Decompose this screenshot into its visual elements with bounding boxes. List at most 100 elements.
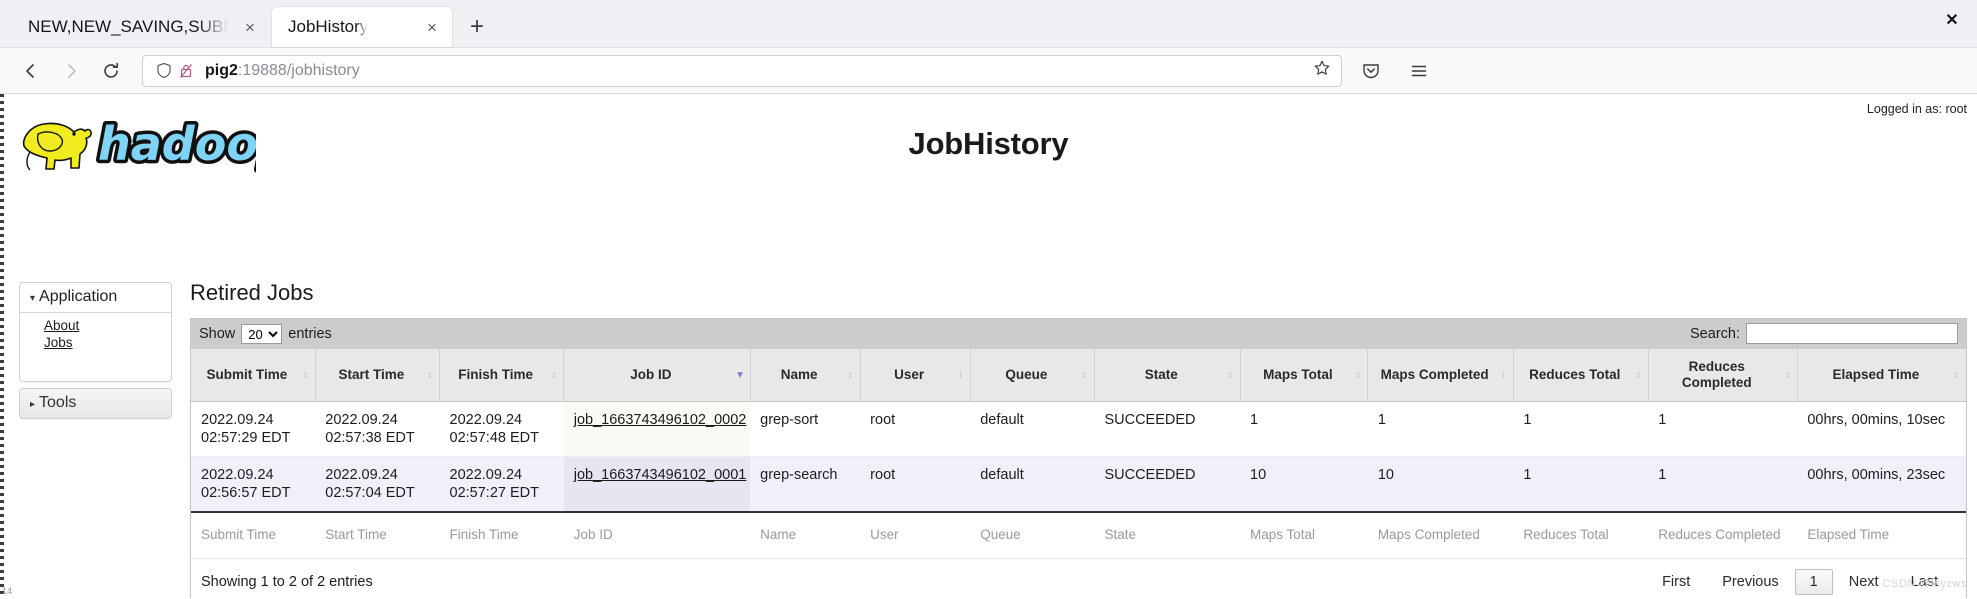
column-header-finish-time[interactable]: Finish Time ↕ [439, 349, 565, 402]
job-id-link[interactable]: job_1663743496102_0001 [574, 467, 747, 483]
cell-submit-time: 2022.09.24 02:57:29 EDT [191, 401, 316, 457]
column-header-state[interactable]: State ↕ [1094, 349, 1241, 402]
url-text: pig2:19888/jobhistory [205, 62, 360, 80]
pocket-icon[interactable] [1354, 54, 1388, 88]
cell-maps-completed: 10 [1367, 456, 1514, 512]
sidebar: ▾ Application About Jobs ▸ Tools [19, 282, 172, 419]
reload-icon[interactable] [94, 54, 128, 88]
cell-maps-total: 1 [1240, 401, 1368, 457]
shield-icon[interactable] [153, 61, 175, 81]
cell-maps-completed: 1 [1367, 401, 1514, 457]
footer-reduces-completed: Reduces Completed [1648, 510, 1798, 558]
column-header-reduces-completed[interactable]: Reduces Completed ↕ [1648, 349, 1798, 402]
sort-indicator-icon: ↕ [1082, 369, 1087, 380]
table-footer-row: Submit Time Start Time Finish Time Job I… [191, 510, 1966, 558]
bookmark-star-icon[interactable] [1313, 59, 1331, 82]
header-label: Submit Time [206, 366, 288, 382]
column-header-queue[interactable]: Queue ↕ [970, 349, 1095, 402]
browser-tab-0[interactable]: NEW,NEW_SAVING,SUBMITTED × [12, 7, 270, 47]
column-header-elapsed-time[interactable]: Elapsed Time ↕ [1797, 349, 1966, 402]
sidebar-panel-tools[interactable]: ▸ Tools [19, 388, 172, 419]
hadoop-wordmark: hadoop hadoop [95, 114, 295, 175]
column-header-reduces-total[interactable]: Reduces Total ↕ [1513, 349, 1649, 402]
column-header-start-time[interactable]: Start Time ↕ [315, 349, 441, 402]
column-header-maps-completed[interactable]: Maps Completed ↕ [1367, 349, 1514, 402]
footer-maps-completed: Maps Completed [1367, 510, 1514, 558]
column-header-maps-total[interactable]: Maps Total ↕ [1240, 349, 1369, 402]
jobs-table-head: Submit Time ↕ Start Time ↕ Finish Time ↕ Jo… [191, 349, 1966, 402]
header-label: User [894, 366, 925, 382]
cell-state: SUCCEEDED [1094, 456, 1241, 512]
sidebar-item-about[interactable]: About [44, 317, 171, 334]
tab-close-icon[interactable]: × [240, 17, 260, 37]
header-label: Start Time [338, 366, 405, 382]
caret-right-icon: ▸ [30, 399, 36, 410]
url-host: pig2 [205, 61, 238, 79]
watermark: CSDN @lhyzws [1882, 578, 1967, 590]
cell-name: grep-search [750, 456, 861, 512]
browser-tab-1[interactable]: JobHistory × [272, 7, 452, 47]
header-label: Finish Time [458, 366, 533, 382]
cell-submit-time: 2022.09.24 02:56:57 EDT [191, 456, 316, 512]
search-input[interactable] [1746, 323, 1958, 344]
table-header-row: Submit Time ↕ Start Time ↕ Finish Time ↕ Jo… [191, 349, 1966, 402]
column-header-submit-time[interactable]: Submit Time ↕ [191, 349, 316, 402]
column-header-job-id[interactable]: Job ID ▾ [563, 349, 751, 402]
entries-label: entries [288, 326, 332, 342]
sort-indicator-icon: ↕ [1501, 369, 1506, 380]
sort-indicator-icon: ↕ [1954, 369, 1960, 380]
back-icon[interactable] [14, 54, 48, 88]
jobs-datatable: Show 20 entries Search: Submit Time ↕ St… [190, 318, 1967, 598]
tab-label: JobHistory [288, 17, 369, 36]
header-label: Elapsed Time [1832, 366, 1920, 382]
cell-state: SUCCEEDED [1094, 401, 1241, 457]
cell-job-id[interactable]: job_1663743496102_0001 [563, 456, 751, 512]
main-content: Retired Jobs Show 20 entries Search: Sub… [190, 280, 1967, 598]
forward-icon [54, 54, 88, 88]
table-row[interactable]: 2022.09.24 02:57:29 EDT 2022.09.24 02:57… [191, 401, 1966, 457]
header-label: Maps Total [1263, 366, 1333, 382]
sort-indicator-icon: ↕ [303, 369, 308, 380]
toolbar-right-group [1354, 54, 1440, 88]
lock-broken-icon[interactable] [175, 61, 197, 81]
table-row[interactable]: 2022.09.24 02:56:57 EDT 2022.09.24 02:57… [191, 456, 1966, 512]
sidebar-application-body: About Jobs [20, 313, 171, 381]
sidebar-item-jobs[interactable]: Jobs [44, 334, 171, 351]
job-id-link[interactable]: job_1663743496102_0002 [574, 412, 747, 428]
footer-reduces-total: Reduces Total [1513, 510, 1649, 558]
sort-indicator-icon: ↕ [551, 369, 557, 380]
entries-per-page-select[interactable]: 20 [241, 324, 283, 344]
sort-indicator-icon: ↕ [1228, 369, 1233, 380]
new-tab-button[interactable]: + [460, 10, 494, 44]
pagination-previous[interactable]: Previous [1706, 570, 1794, 594]
cell-start-time: 2022.09.24 02:57:04 EDT [315, 456, 440, 512]
sidebar-application-header[interactable]: ▾ Application [20, 283, 171, 313]
column-header-user[interactable]: User ↕ [860, 349, 971, 402]
column-header-name[interactable]: Name ↕ [750, 349, 861, 402]
section-title: Retired Jobs [190, 280, 314, 305]
footer-user: User [860, 510, 971, 558]
cell-reduces-total: 1 [1513, 401, 1649, 457]
cell-reduces-completed: 1 [1648, 401, 1798, 457]
svg-text:hadoop: hadoop [98, 117, 256, 171]
footer-job-id: Job ID [563, 510, 751, 558]
address-bar[interactable]: pig2:19888/jobhistory [142, 54, 1342, 87]
cell-finish-time: 2022.09.24 02:57:48 EDT [439, 401, 564, 457]
sort-indicator-icon: ↕ [1785, 369, 1790, 380]
hamburger-menu-icon[interactable] [1402, 54, 1436, 88]
footer-name: Name [750, 510, 861, 558]
navigation-toolbar: pig2:19888/jobhistory [0, 48, 1977, 94]
cell-name: grep-sort [750, 401, 861, 457]
footer-state: State [1094, 510, 1241, 558]
browser-window: NEW,NEW_SAVING,SUBMITTED × JobHistory × … [0, 0, 1977, 599]
cell-elapsed-time: 00hrs, 00mins, 23sec [1797, 456, 1966, 512]
tab-close-icon[interactable]: × [422, 17, 442, 37]
sort-indicator-desc-icon: ▾ [737, 369, 743, 381]
sidebar-panel-application: ▾ Application About Jobs [19, 282, 172, 382]
pagination-first[interactable]: First [1646, 570, 1706, 594]
pagination-page-1[interactable]: 1 [1794, 569, 1833, 595]
hadoop-logo[interactable]: hadoop hadoop [16, 112, 295, 178]
window-close-button[interactable]: ✕ [1941, 9, 1963, 31]
cell-job-id[interactable]: job_1663743496102_0002 [563, 401, 751, 457]
header-label: Queue [1005, 366, 1048, 382]
